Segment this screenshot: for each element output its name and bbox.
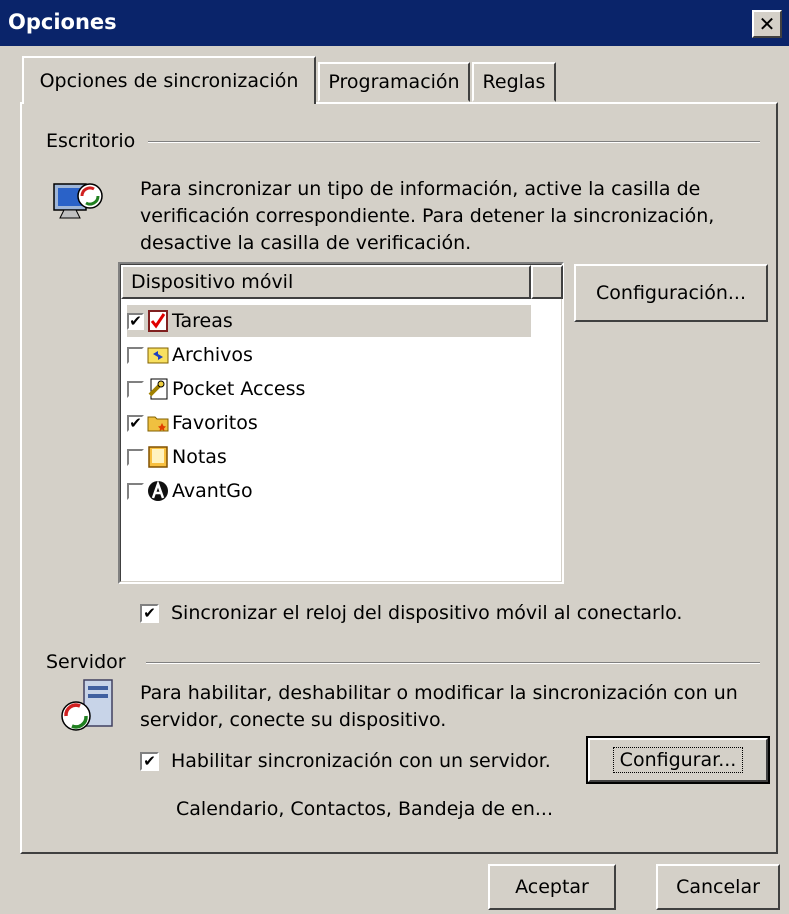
item-checkbox[interactable]	[127, 482, 144, 500]
tab-label: Reglas	[482, 71, 546, 93]
item-checkbox[interactable]	[127, 346, 144, 364]
ok-label: Aceptar	[515, 876, 589, 898]
ok-button[interactable]: Aceptar	[488, 864, 616, 910]
server-description-line: Para habilitar, deshabilitar o modificar…	[140, 682, 738, 704]
device-info-type-list[interactable]: Dispositivo móvil ✔ Tareas Archivos Pock…	[118, 262, 564, 584]
notes-icon	[147, 446, 169, 468]
extra-column-header[interactable]	[531, 265, 563, 299]
close-icon: ✕	[758, 12, 776, 36]
desktop-description-line: Para sincronizar un tipo de información,…	[140, 178, 701, 200]
favorites-icon	[147, 412, 169, 434]
desktop-description-line: desactive la casilla de verificación.	[140, 232, 472, 254]
item-label: Favoritos	[172, 412, 258, 434]
close-button[interactable]: ✕	[752, 10, 782, 38]
enable-server-sync-label: Habilitar sincronización con un servidor…	[171, 750, 551, 772]
files-icon	[147, 344, 169, 366]
list-item[interactable]: Notas	[127, 441, 227, 473]
cancel-button[interactable]: Cancelar	[656, 864, 780, 910]
group-divider	[148, 141, 760, 143]
item-label: Pocket Access	[172, 378, 306, 400]
server-description: Para habilitar, deshabilitar o modificar…	[140, 680, 760, 734]
window-title: Opciones	[8, 10, 117, 34]
configuration-button-label: Configuración...	[596, 282, 746, 304]
list-item[interactable]: Archivos	[127, 339, 253, 371]
cancel-label: Cancelar	[676, 876, 760, 898]
checkbox-box[interactable]: ✔	[140, 603, 159, 623]
clock-sync-label: Sincronizar el reloj del dispositivo móv…	[171, 602, 683, 624]
item-checkbox[interactable]: ✔	[127, 312, 144, 330]
server-description-line: servidor, conecte su dispositivo.	[140, 709, 447, 731]
checkbox-box[interactable]: ✔	[140, 751, 159, 771]
title-bar[interactable]	[0, 0, 789, 46]
list-item[interactable]: ✔ Tareas	[127, 305, 531, 337]
pocket-access-icon	[147, 378, 169, 400]
group-divider	[146, 662, 760, 664]
item-label: Archivos	[172, 344, 253, 366]
options-dialog: Opciones ✕ Opciones de sincronización Pr…	[0, 0, 789, 914]
tasks-icon	[147, 310, 169, 332]
server-sync-summary: Calendario, Contactos, Bandeja de en...	[176, 798, 554, 820]
server-sync-icon	[58, 676, 128, 738]
item-checkbox[interactable]	[127, 448, 144, 466]
device-column-header[interactable]: Dispositivo móvil	[121, 265, 531, 299]
tab-rules[interactable]: Reglas	[472, 62, 556, 102]
item-label: AvantGo	[172, 480, 253, 502]
item-label: Notas	[172, 446, 227, 468]
tab-sync-options[interactable]: Opciones de sincronización	[22, 56, 316, 104]
clock-sync-checkbox[interactable]: ✔ Sincronizar el reloj del dispositivo m…	[140, 602, 682, 624]
item-label: Tareas	[172, 310, 233, 332]
desktop-description: Para sincronizar un tipo de información,…	[140, 176, 760, 257]
configuration-button[interactable]: Configuración...	[574, 264, 768, 322]
server-group-label: Servidor	[46, 651, 132, 673]
configure-server-button[interactable]: Configurar...	[586, 736, 770, 784]
avantgo-icon	[147, 480, 169, 502]
configure-button-label: Configurar...	[612, 747, 744, 773]
desktop-group-label: Escritorio	[46, 130, 142, 152]
desktop-computer-icon	[50, 176, 108, 236]
tab-label: Opciones de sincronización	[39, 70, 299, 92]
tab-label: Programación	[328, 71, 460, 93]
list-item[interactable]: ✔ Favoritos	[127, 407, 258, 439]
item-checkbox[interactable]	[127, 380, 144, 398]
desktop-description-line: verificación correspondiente. Para deten…	[140, 205, 715, 227]
tab-schedule[interactable]: Programación	[318, 62, 470, 102]
item-checkbox[interactable]: ✔	[127, 414, 144, 432]
list-item[interactable]: AvantGo	[127, 475, 253, 507]
enable-server-sync-checkbox[interactable]: ✔ Habilitar sincronización con un servid…	[140, 750, 551, 772]
list-item[interactable]: Pocket Access	[127, 373, 305, 405]
